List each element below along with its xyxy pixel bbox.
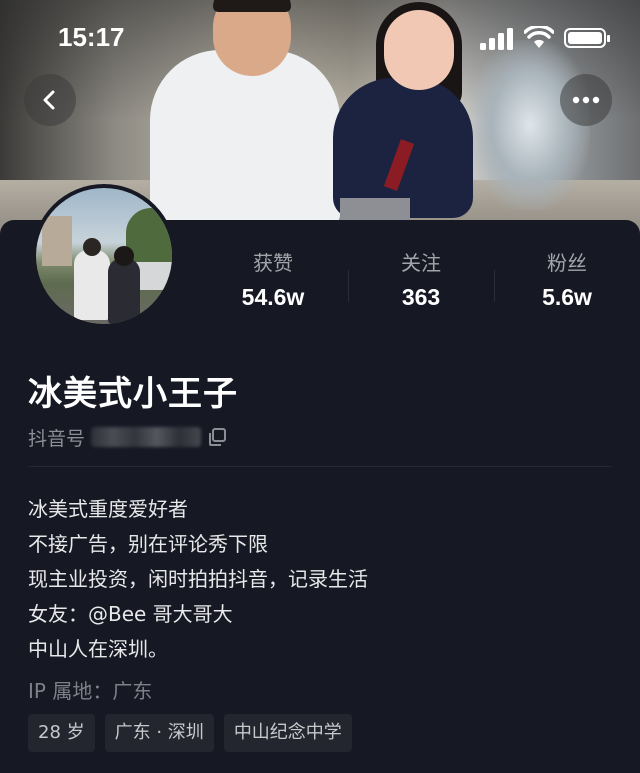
status-bar: 15:17 xyxy=(0,22,640,58)
avatar[interactable] xyxy=(36,188,172,324)
stat-following[interactable]: 关注 363 xyxy=(348,248,494,311)
stat-value: 363 xyxy=(401,284,441,310)
bio-line-girlfriend-mention[interactable]: 女友：@Bee 哥大哥大 xyxy=(28,597,368,632)
tag-school[interactable]: 中山纪念中学 xyxy=(223,714,352,752)
chevron-left-icon xyxy=(43,90,55,110)
wifi-icon xyxy=(524,26,554,48)
battery-icon xyxy=(564,28,610,48)
cover-blurred-passerby xyxy=(470,40,590,210)
stat-label: 关注 xyxy=(401,251,441,275)
ellipsis-icon xyxy=(572,96,600,104)
tag-location[interactable]: 广东 · 深圳 xyxy=(104,714,214,752)
stat-label: 获赞 xyxy=(253,251,293,275)
stat-value: 54.6w xyxy=(241,284,305,310)
section-divider xyxy=(28,466,612,467)
stat-likes[interactable]: 获赞 54.6w xyxy=(200,248,346,311)
douyin-id-row: 抖音号 xyxy=(28,424,227,450)
bio-line: 冰美式重度爱好者 xyxy=(28,497,188,521)
stat-followers[interactable]: 粉丝 5.6w xyxy=(494,248,640,311)
douyin-id-redacted xyxy=(91,427,202,447)
bio-line: 中山人在深圳。 xyxy=(28,637,168,661)
copy-icon[interactable] xyxy=(207,427,227,447)
ip-location: IP 属地：广东 xyxy=(28,679,153,703)
profile-stats: 获赞 54.6w 关注 363 粉丝 5.6w xyxy=(200,248,640,318)
stat-label: 粉丝 xyxy=(547,251,587,275)
profile-name: 冰美式小王子 xyxy=(28,374,238,414)
bio-line: 现主业投资，闲时拍拍抖音，记录生活 xyxy=(28,567,368,591)
cover-man-shirt xyxy=(150,50,340,225)
back-button[interactable] xyxy=(24,74,76,126)
profile-bio: 冰美式重度爱好者 不接广告，别在评论秀下限 现主业投资，闲时拍拍抖音，记录生活 … xyxy=(28,492,368,667)
cover-man-hair xyxy=(213,0,291,12)
bio-line: 不接广告，别在评论秀下限 xyxy=(28,532,268,556)
tag-age[interactable]: 28 岁 xyxy=(28,714,95,752)
more-button[interactable] xyxy=(560,74,612,126)
douyin-id-label: 抖音号 xyxy=(28,427,86,450)
signal-icon xyxy=(480,28,513,50)
status-time: 15:17 xyxy=(58,22,125,52)
stat-value: 5.6w xyxy=(542,284,592,310)
profile-tags: 28 岁 广东 · 深圳 中山纪念中学 xyxy=(28,714,352,752)
